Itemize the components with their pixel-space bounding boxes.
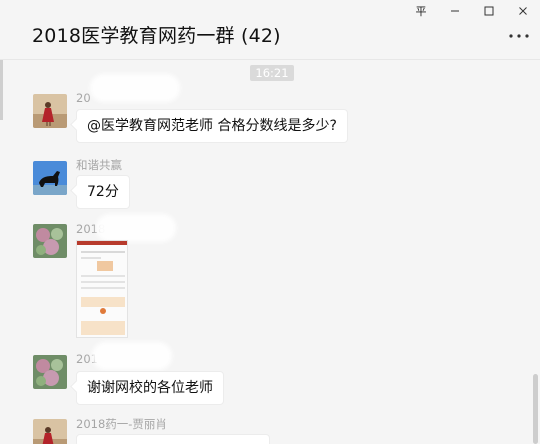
message-bubble[interactable]: 72分 — [76, 175, 130, 209]
message-bubble[interactable] — [76, 434, 270, 444]
chat-window: 2018医学教育网药一群 (42) 平 16:21 20 @医学教育网范老师 合… — [0, 0, 540, 444]
red-dress-avatar-icon — [33, 94, 67, 128]
pin-button[interactable]: 平 — [404, 0, 438, 22]
document-thumbnail-icon — [77, 241, 127, 335]
horse-avatar-icon — [33, 161, 67, 195]
message-bubble[interactable]: @医学教育网范老师 合格分数线是多少? — [76, 109, 348, 143]
avatar[interactable] — [33, 419, 67, 444]
flower-avatar-icon — [33, 355, 67, 389]
message-list[interactable]: 16:21 20 @医学教育网范老师 合格分数线是多少? 和谐共赢 72分 20… — [0, 60, 540, 444]
privacy-blur — [90, 74, 180, 102]
pin-icon: 平 — [415, 5, 427, 18]
message-item: 20 @医学教育网范老师 合格分数线是多少? — [0, 74, 540, 148]
minimize-button[interactable] — [438, 0, 472, 22]
image-message[interactable] — [76, 240, 128, 338]
privacy-blur — [92, 342, 172, 370]
message-item: 2018药一-贾丽肖 — [0, 414, 540, 444]
maximize-icon — [484, 6, 494, 16]
avatar[interactable] — [33, 355, 67, 389]
close-button[interactable] — [506, 0, 540, 22]
message-item: 201 谢谢网校的各位老师 — [0, 342, 540, 405]
avatar[interactable] — [33, 161, 67, 195]
ellipsis-icon — [509, 34, 529, 38]
maximize-button[interactable] — [472, 0, 506, 22]
scrollbar-thumb[interactable] — [533, 374, 538, 444]
timestamp-chip: 16:21 — [250, 65, 294, 81]
avatar[interactable] — [33, 94, 67, 128]
sender-name: 2018药一-贾丽肖 — [76, 417, 167, 431]
window-controls: 平 — [404, 0, 540, 22]
close-icon — [519, 7, 527, 15]
avatar[interactable] — [33, 224, 67, 258]
message-item: 2018 — [0, 214, 540, 345]
red-dress-avatar-icon — [33, 419, 67, 444]
message-item: 和谐共赢 72分 — [0, 155, 540, 215]
sender-name: 和谐共赢 — [76, 158, 122, 172]
minimize-icon — [451, 10, 459, 12]
sender-name: 20 — [76, 91, 91, 105]
message-bubble[interactable]: 谢谢网校的各位老师 — [76, 371, 224, 405]
chat-title: 2018医学教育网药一群 (42) — [32, 25, 281, 47]
privacy-blur — [96, 214, 176, 242]
flower-avatar-icon — [33, 224, 67, 258]
more-options-button[interactable] — [508, 26, 530, 46]
